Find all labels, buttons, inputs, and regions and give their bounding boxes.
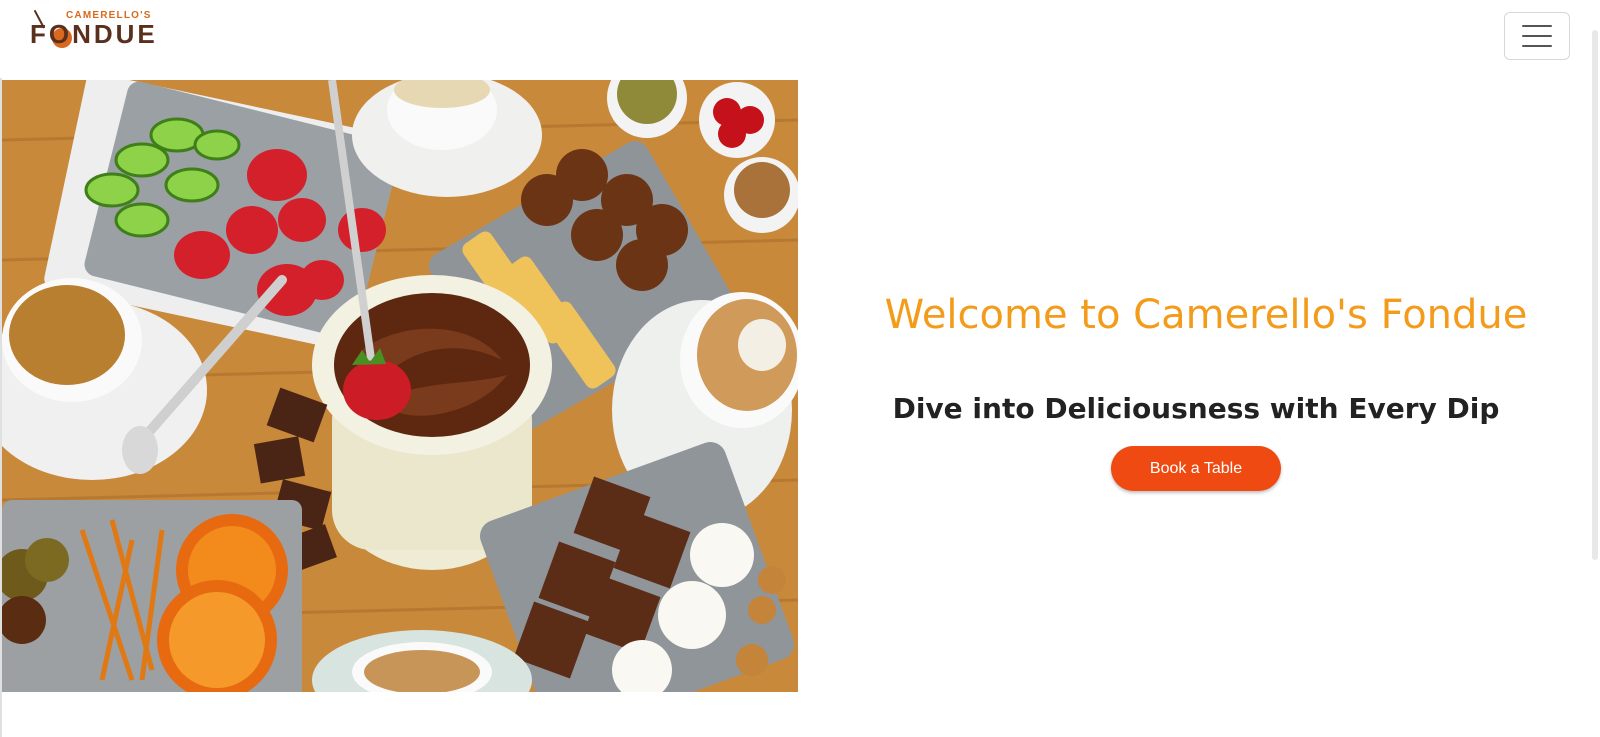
hamburger-menu-icon-bar	[1522, 35, 1552, 37]
brand-logo[interactable]: CAMERELLO'S FONDUE	[30, 9, 180, 60]
hamburger-menu-icon	[1522, 25, 1552, 27]
hero-image	[2, 80, 798, 692]
logo-big-text: FONDUE	[30, 19, 158, 49]
hero-title: Welcome to Camerello's Fondue	[884, 292, 1528, 338]
book-table-button[interactable]: Book a Table	[1111, 446, 1281, 491]
page-scrollbar[interactable]	[1592, 30, 1598, 560]
hero-subtitle: Dive into Deliciousness with Every Dip	[892, 392, 1500, 425]
hamburger-menu-icon-bar	[1522, 45, 1552, 47]
navbar: CAMERELLO'S FONDUE	[0, 0, 1600, 78]
hamburger-menu-button[interactable]	[1504, 12, 1570, 60]
